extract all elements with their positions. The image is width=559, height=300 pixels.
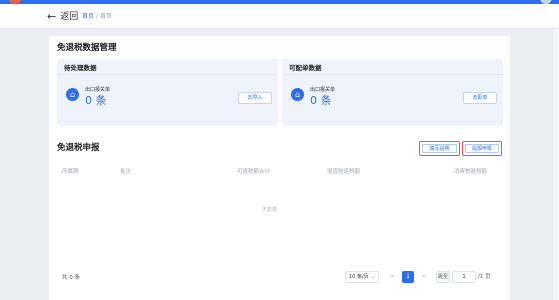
breadcrumb-home-link[interactable]: 首页 <box>82 12 94 22</box>
panel-header: 可配单数据 <box>282 59 503 75</box>
column-header-period: 所属期 <box>62 169 79 175</box>
panel-item-count: 0 条 <box>310 94 332 107</box>
back-button[interactable]: ← 返回 <box>47 11 78 23</box>
breadcrumb-current: 首页 <box>100 13 113 20</box>
panel-item-label: 出口报关单 <box>310 87 336 93</box>
page-size-select[interactable]: 10 条/页 ⌄ <box>345 271 379 283</box>
instructions-button[interactable]: 填写说明 <box>422 144 457 153</box>
matchable-data-panel: 可配单数据 ⌂ 出口报关单 0 条 去配单 <box>282 59 503 126</box>
page-1-button[interactable]: 1 <box>402 271 414 283</box>
column-header-consumption-tax-refund: 消费税退税额 <box>454 169 488 175</box>
chevron-down-icon: ⌄ <box>370 274 375 280</box>
column-header-vat-refund: 增值税退税额 <box>327 169 361 175</box>
goto-page-button[interactable]: 跳至 <box>436 271 450 283</box>
column-header-total-refund: 可退税额合计 <box>237 169 271 175</box>
empty-state-text: 无数据 <box>262 207 278 213</box>
column-header-batch: 批次 <box>120 169 132 175</box>
breadcrumb-separator: / <box>96 13 99 20</box>
import-button[interactable]: 去导入 <box>238 92 272 104</box>
match-button[interactable]: 去配单 <box>463 92 497 104</box>
highlight-frame: 填写说明 <box>419 141 460 156</box>
total-pages-label: /1 页 <box>478 274 491 280</box>
page-scrollbar[interactable] <box>553 29 559 300</box>
panel-item-label: 出口报关单 <box>85 87 111 93</box>
bank-icon: ⌂ <box>291 88 304 101</box>
page-title: 免退税数据管理 <box>57 43 117 53</box>
navigation-bar: ← 返回 首页 / 首页 <box>0 4 559 29</box>
prev-page-button[interactable]: < <box>388 271 397 283</box>
pending-data-panel: 待处理数据 ⌂ 出口报关单 0 条 去导入 <box>57 59 278 126</box>
page-size-value: 10 条/页 <box>349 274 369 280</box>
goto-page-input[interactable] <box>452 271 476 283</box>
bank-icon: ⌂ <box>66 88 79 101</box>
panel-title: 可配单数据 <box>289 64 322 72</box>
total-count: 共 0 条 <box>62 275 80 281</box>
section-title: 免退税申报 <box>57 143 100 153</box>
back-label: 返回 <box>60 12 79 22</box>
panel-item-count: 0 条 <box>85 94 107 107</box>
highlight-frame: 提报申报 <box>462 141 502 156</box>
panel-title: 待处理数据 <box>64 64 97 72</box>
table-header: 所属期 批次 可退税额合计 增值税退税额 消费税退税额 <box>49 166 510 179</box>
panel-header: 待处理数据 <box>57 59 278 75</box>
next-page-button[interactable]: > <box>419 271 428 283</box>
submit-declaration-button[interactable]: 提报申报 <box>465 144 499 153</box>
arrow-left-icon: ← <box>47 10 57 23</box>
breadcrumb: 首页 / 首页 <box>82 12 112 22</box>
